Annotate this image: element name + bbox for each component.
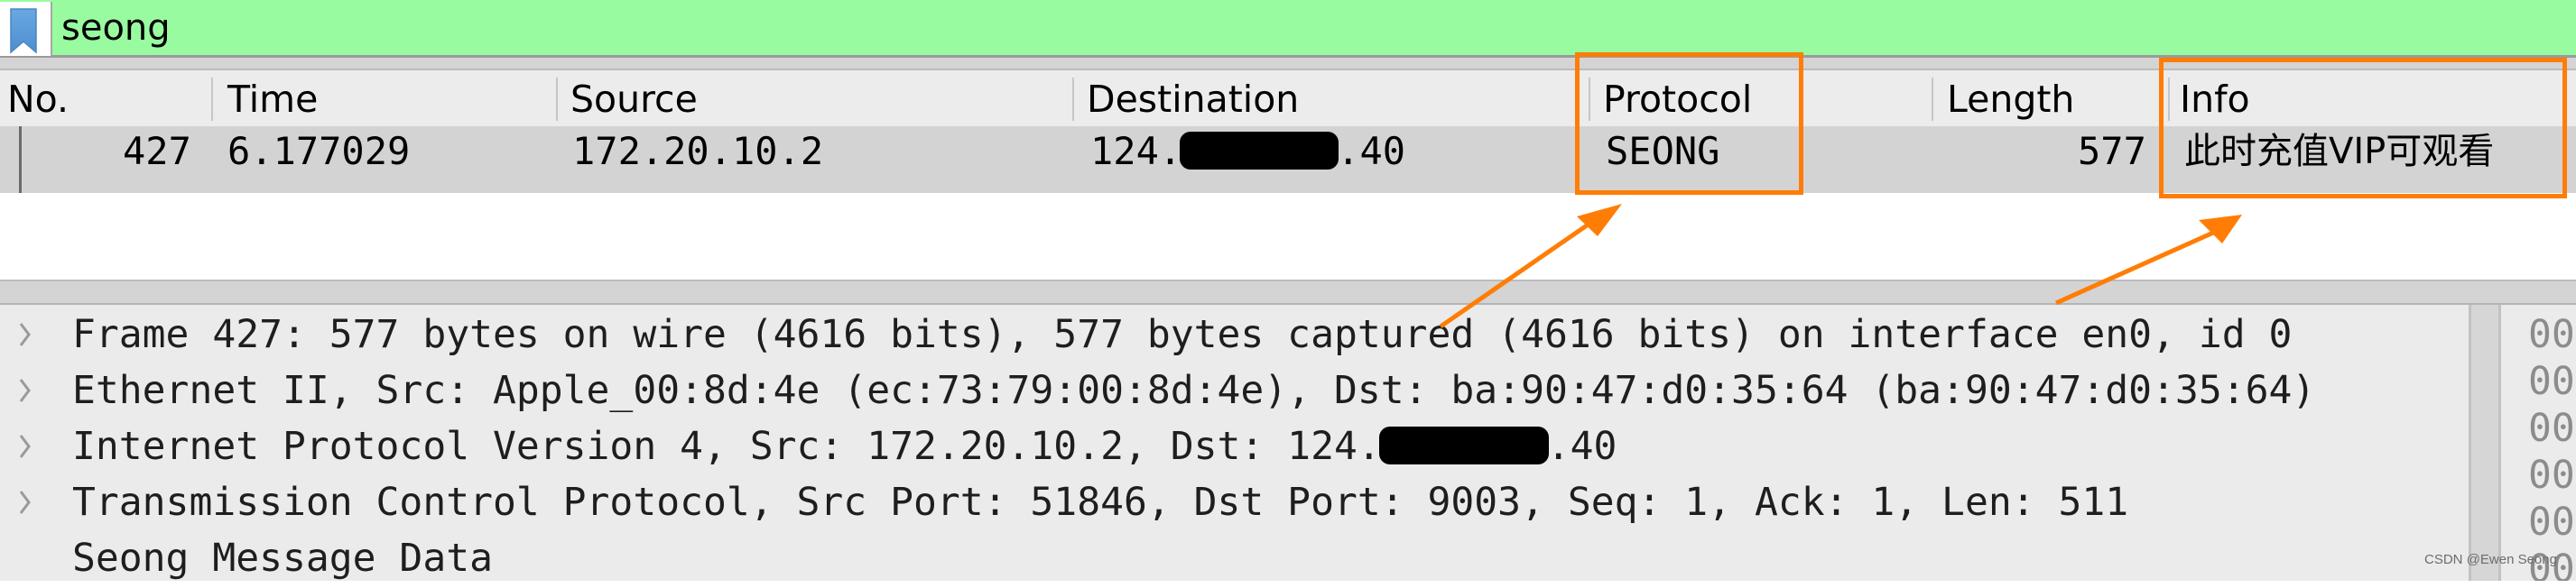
column-header-protocol[interactable]: Protocol <box>1603 70 1752 126</box>
detail-item-ipv4[interactable]: Internet Protocol Version 4, Src: 172.20… <box>0 420 2464 476</box>
detail-text-prefix: Internet Protocol Version 4, Src: 172.20… <box>72 424 1381 469</box>
display-filter-bar <box>0 0 2576 58</box>
packet-details-pane: Frame 427: 577 bytes on wire (4616 bits)… <box>0 305 2471 581</box>
column-separator[interactable] <box>1072 78 1074 121</box>
detail-item-frame[interactable]: Frame 427: 577 bytes on wire (4616 bits)… <box>0 308 2464 364</box>
redaction-mark <box>1180 132 1339 170</box>
column-separator[interactable] <box>1932 78 1933 121</box>
packet-info: 此时充值VIP可观看 <box>2184 131 2495 172</box>
detail-text: Ethernet II, Src: Apple_00:8d:4e (ec:73:… <box>72 368 2316 413</box>
packet-protocol: SEONG <box>1606 129 1720 173</box>
hex-offset: 003 <box>2528 453 2576 498</box>
display-filter-input[interactable] <box>61 0 2498 56</box>
detail-item-ethernet[interactable]: Ethernet II, Src: Apple_00:8d:4e (ec:73:… <box>0 364 2464 420</box>
packet-row[interactable]: 427 6.177029 172.20.10.2 124. .40 SEONG 5… <box>0 126 2576 195</box>
column-header-source[interactable]: Source <box>570 70 698 126</box>
packet-list-empty-area <box>0 193 2576 280</box>
hex-offset: 004 <box>2528 500 2576 545</box>
detail-text: Seong Message Data <box>72 536 493 581</box>
packet-no: 427 <box>123 129 191 173</box>
column-separator[interactable] <box>556 78 558 121</box>
chevron-right-icon[interactable] <box>16 487 34 518</box>
hex-pane-splitter[interactable] <box>2471 305 2498 581</box>
column-header-info[interactable]: Info <box>2180 70 2250 126</box>
detail-item-seong-data[interactable]: Seong Message Data <box>0 532 2464 588</box>
packet-time: 6.177029 <box>227 129 411 173</box>
bookmark-icon <box>10 8 37 54</box>
column-separator[interactable] <box>1589 78 1590 121</box>
column-header-length[interactable]: Length <box>1947 70 2074 126</box>
pane-splitter[interactable] <box>0 280 2576 305</box>
detail-text: Internet Protocol Version 4, Src: 172.20… <box>72 420 1617 473</box>
column-header-no[interactable]: No. <box>7 70 69 126</box>
hex-offset: 001 <box>2528 359 2576 404</box>
column-header-time[interactable]: Time <box>227 70 318 126</box>
packet-length: 577 <box>2078 129 2146 173</box>
detail-text-suffix: .40 <box>1546 424 1617 469</box>
detail-text: Frame 427: 577 bytes on wire (4616 bits)… <box>72 312 2293 357</box>
hex-offset: 000 <box>2528 312 2576 357</box>
packet-list-header: No. Time Source Destination Protocol Len… <box>0 70 2576 126</box>
column-header-destination[interactable]: Destination <box>1087 70 1299 126</box>
chevron-right-icon[interactable] <box>16 431 34 462</box>
column-separator[interactable] <box>2168 78 2170 121</box>
detail-item-tcp[interactable]: Transmission Control Protocol, Src Port:… <box>0 476 2464 532</box>
detail-text: Transmission Control Protocol, Src Port:… <box>72 480 2129 525</box>
packet-destination: 124. .40 <box>1090 126 1405 175</box>
chevron-right-icon[interactable] <box>16 375 34 406</box>
destination-prefix: 124. <box>1090 129 1182 173</box>
destination-suffix: .40 <box>1337 129 1406 173</box>
packet-source: 172.20.10.2 <box>572 129 824 173</box>
toolbar-splitter <box>0 58 2576 70</box>
watermark: CSDN @Ewen Seong <box>2424 552 2557 567</box>
packet-bytes-pane: 000 001 002 003 004 005 <box>2498 305 2576 581</box>
filter-bookmark-button[interactable] <box>0 2 52 56</box>
related-packet-marker <box>19 126 22 195</box>
chevron-right-icon[interactable] <box>16 319 34 350</box>
redaction-mark <box>1378 427 1549 464</box>
hex-offset: 002 <box>2528 406 2576 451</box>
column-separator[interactable] <box>211 78 213 121</box>
